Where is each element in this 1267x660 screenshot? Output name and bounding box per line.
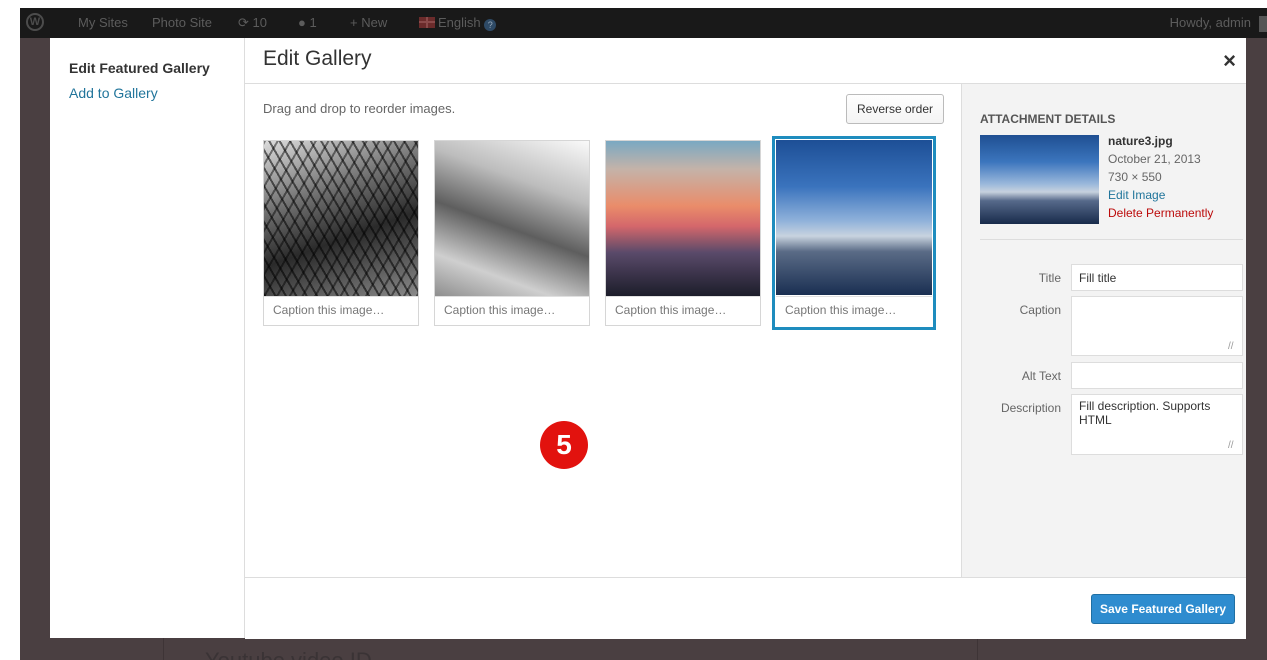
save-featured-gallery-button[interactable]: Save Featured Gallery <box>1091 594 1235 624</box>
plus-icon: + <box>350 15 358 30</box>
background-field-label: Youtube video ID <box>205 648 372 660</box>
attachment-filename: nature3.jpg <box>1108 134 1173 148</box>
my-sites-link[interactable]: My Sites <box>78 8 128 38</box>
avatar[interactable] <box>1259 16 1267 32</box>
uk-flag-icon <box>419 17 435 28</box>
language-switcher[interactable]: English ? <box>419 8 497 38</box>
media-sidebar: Edit Featured Gallery Add to Gallery <box>50 38 245 638</box>
gallery-item[interactable]: Caption this image… <box>434 140 590 326</box>
reverse-order-button[interactable]: Reverse order <box>846 94 944 124</box>
attachment-info: nature3.jpg October 21, 2013 730 × 550 E… <box>1108 132 1213 222</box>
alt-text-field[interactable] <box>1071 362 1243 389</box>
caption-input[interactable]: Caption this image… <box>776 296 932 325</box>
wordpress-icon[interactable]: W <box>26 13 44 31</box>
caption-input[interactable]: Caption this image… <box>264 296 418 325</box>
photo-site-link[interactable]: Photo Site <box>152 8 212 38</box>
new-label: New <box>361 15 388 30</box>
reorder-hint: Drag and drop to reorder images. <box>263 101 456 116</box>
page-title: Edit Gallery <box>263 47 372 70</box>
divider <box>980 239 1243 240</box>
edit-image-link[interactable]: Edit Image <box>1108 186 1213 204</box>
gallery-image[interactable] <box>606 141 760 296</box>
gallery-item[interactable]: Caption this image… <box>605 140 761 326</box>
attachment-details-panel: ATTACHMENT DETAILS nature3.jpg October 2… <box>961 84 1246 577</box>
language-label: English <box>438 15 481 30</box>
description-field[interactable]: Fill description. Supports HTML <box>1071 394 1243 455</box>
resize-grip-icon[interactable]: // <box>1228 341 1234 352</box>
updates-link[interactable]: ⟳ 10 <box>238 8 267 38</box>
edit-gallery-modal: Edit Featured Gallery Add to Gallery Edi… <box>50 38 1246 639</box>
admin-bar: W My Sites Photo Site ⟳ 10 ● 1 + New Eng… <box>20 8 1267 38</box>
caption-input[interactable]: Caption this image… <box>606 296 760 325</box>
attachment-details-heading: ATTACHMENT DETAILS <box>980 112 1116 126</box>
new-content-link[interactable]: + New <box>350 8 387 38</box>
title-label: Title <box>1038 271 1061 285</box>
alt-text-label: Alt Text <box>1021 369 1061 383</box>
gallery-item[interactable]: Caption this image… <box>263 140 419 326</box>
attachment-date: October 21, 2013 <box>1108 152 1201 166</box>
sidebar-item-add-to-gallery[interactable]: Add to Gallery <box>69 85 158 101</box>
account-greeting[interactable]: Howdy, admin <box>1170 8 1251 38</box>
comments-link[interactable]: ● 1 <box>298 8 317 38</box>
caption-label: Caption <box>1019 303 1061 317</box>
gallery-image[interactable] <box>776 140 932 295</box>
modal-footer: Save Featured Gallery <box>245 577 1246 639</box>
gallery-image[interactable] <box>435 141 589 296</box>
description-label: Description <box>1000 401 1061 415</box>
updates-count: 10 <box>252 15 267 30</box>
update-icon: ⟳ <box>238 15 249 30</box>
attachment-thumbnail <box>980 135 1099 224</box>
title-field[interactable] <box>1071 264 1243 291</box>
caption-field[interactable] <box>1071 296 1243 356</box>
screen-frame: W My Sites Photo Site ⟳ 10 ● 1 + New Eng… <box>20 8 1267 660</box>
gallery-image[interactable] <box>264 141 418 296</box>
caption-input[interactable]: Caption this image… <box>435 296 589 325</box>
delete-permanently-link[interactable]: Delete Permanently <box>1108 204 1213 222</box>
help-icon[interactable]: ? <box>484 19 497 31</box>
close-icon[interactable]: × <box>1223 50 1236 72</box>
sidebar-item-edit-featured-gallery[interactable]: Edit Featured Gallery <box>69 60 210 76</box>
comment-icon: ● <box>298 15 306 30</box>
resize-grip-icon[interactable]: // <box>1228 440 1234 451</box>
comments-count: 1 <box>309 15 317 30</box>
gallery-content: Drag and drop to reorder images. Reverse… <box>245 84 961 577</box>
gallery-item-selected[interactable]: Caption this image… <box>772 136 936 330</box>
modal-header: Edit Gallery × <box>245 38 1246 84</box>
step-number-badge: 5 <box>540 421 588 469</box>
attachment-dimensions: 730 × 550 <box>1108 170 1162 184</box>
